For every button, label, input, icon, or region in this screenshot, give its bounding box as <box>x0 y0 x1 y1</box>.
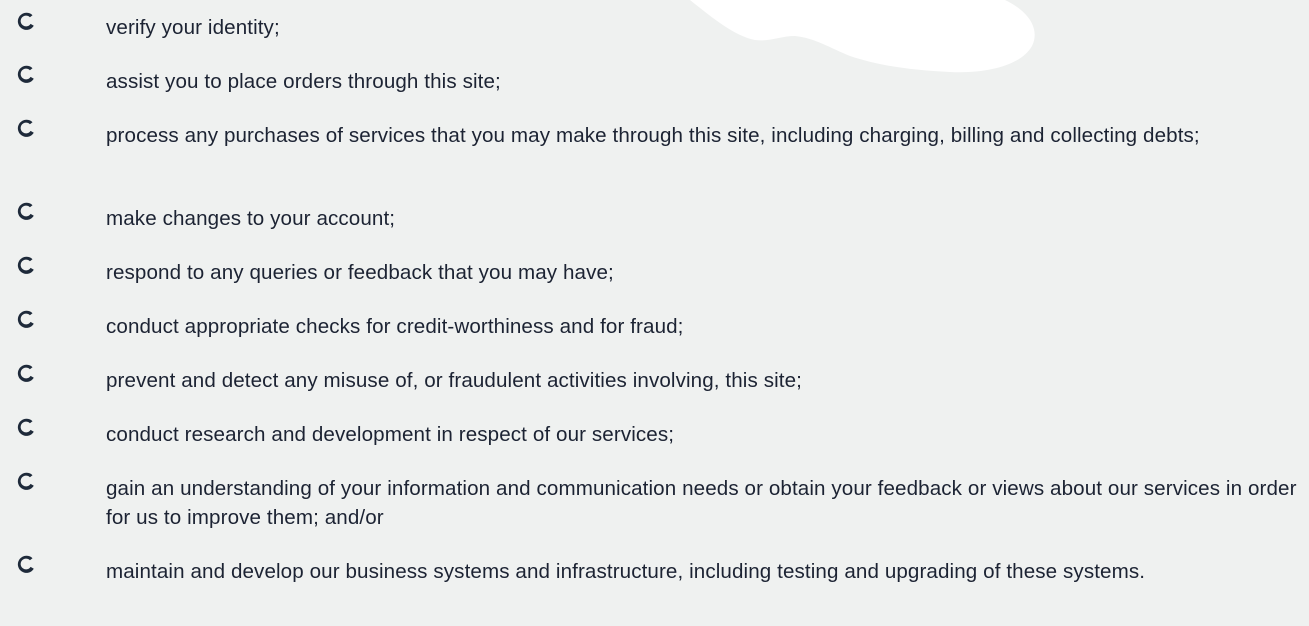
crescent-c-icon <box>17 12 34 30</box>
list-item-text: conduct appropriate checks for credit-wo… <box>106 315 684 338</box>
list-item-text: conduct research and development in resp… <box>106 423 675 446</box>
list-item-text: gain an understanding of your informatio… <box>106 477 1297 529</box>
crescent-c-icon <box>17 555 34 573</box>
crescent-c-icon <box>17 202 34 220</box>
list-item-text: process any purchases of services that y… <box>106 124 1200 147</box>
crescent-c-icon <box>17 310 34 328</box>
list-item-text: prevent and detect any misuse of, or fra… <box>106 369 802 392</box>
list-item-text: verify your identity; <box>106 16 280 39</box>
crescent-c-icon <box>17 364 34 382</box>
list-item-text: assist you to place orders through this … <box>106 70 501 93</box>
list-item-text: respond to any queries or feedback that … <box>106 261 614 284</box>
crescent-c-icon <box>17 418 34 436</box>
crescent-c-icon <box>17 256 34 274</box>
crescent-c-icon <box>17 65 34 83</box>
crescent-c-icon <box>17 119 34 137</box>
crescent-c-icon <box>17 472 34 490</box>
list-item-text: maintain and develop our business system… <box>106 560 1146 583</box>
list-item-text: make changes to your account; <box>106 207 396 230</box>
